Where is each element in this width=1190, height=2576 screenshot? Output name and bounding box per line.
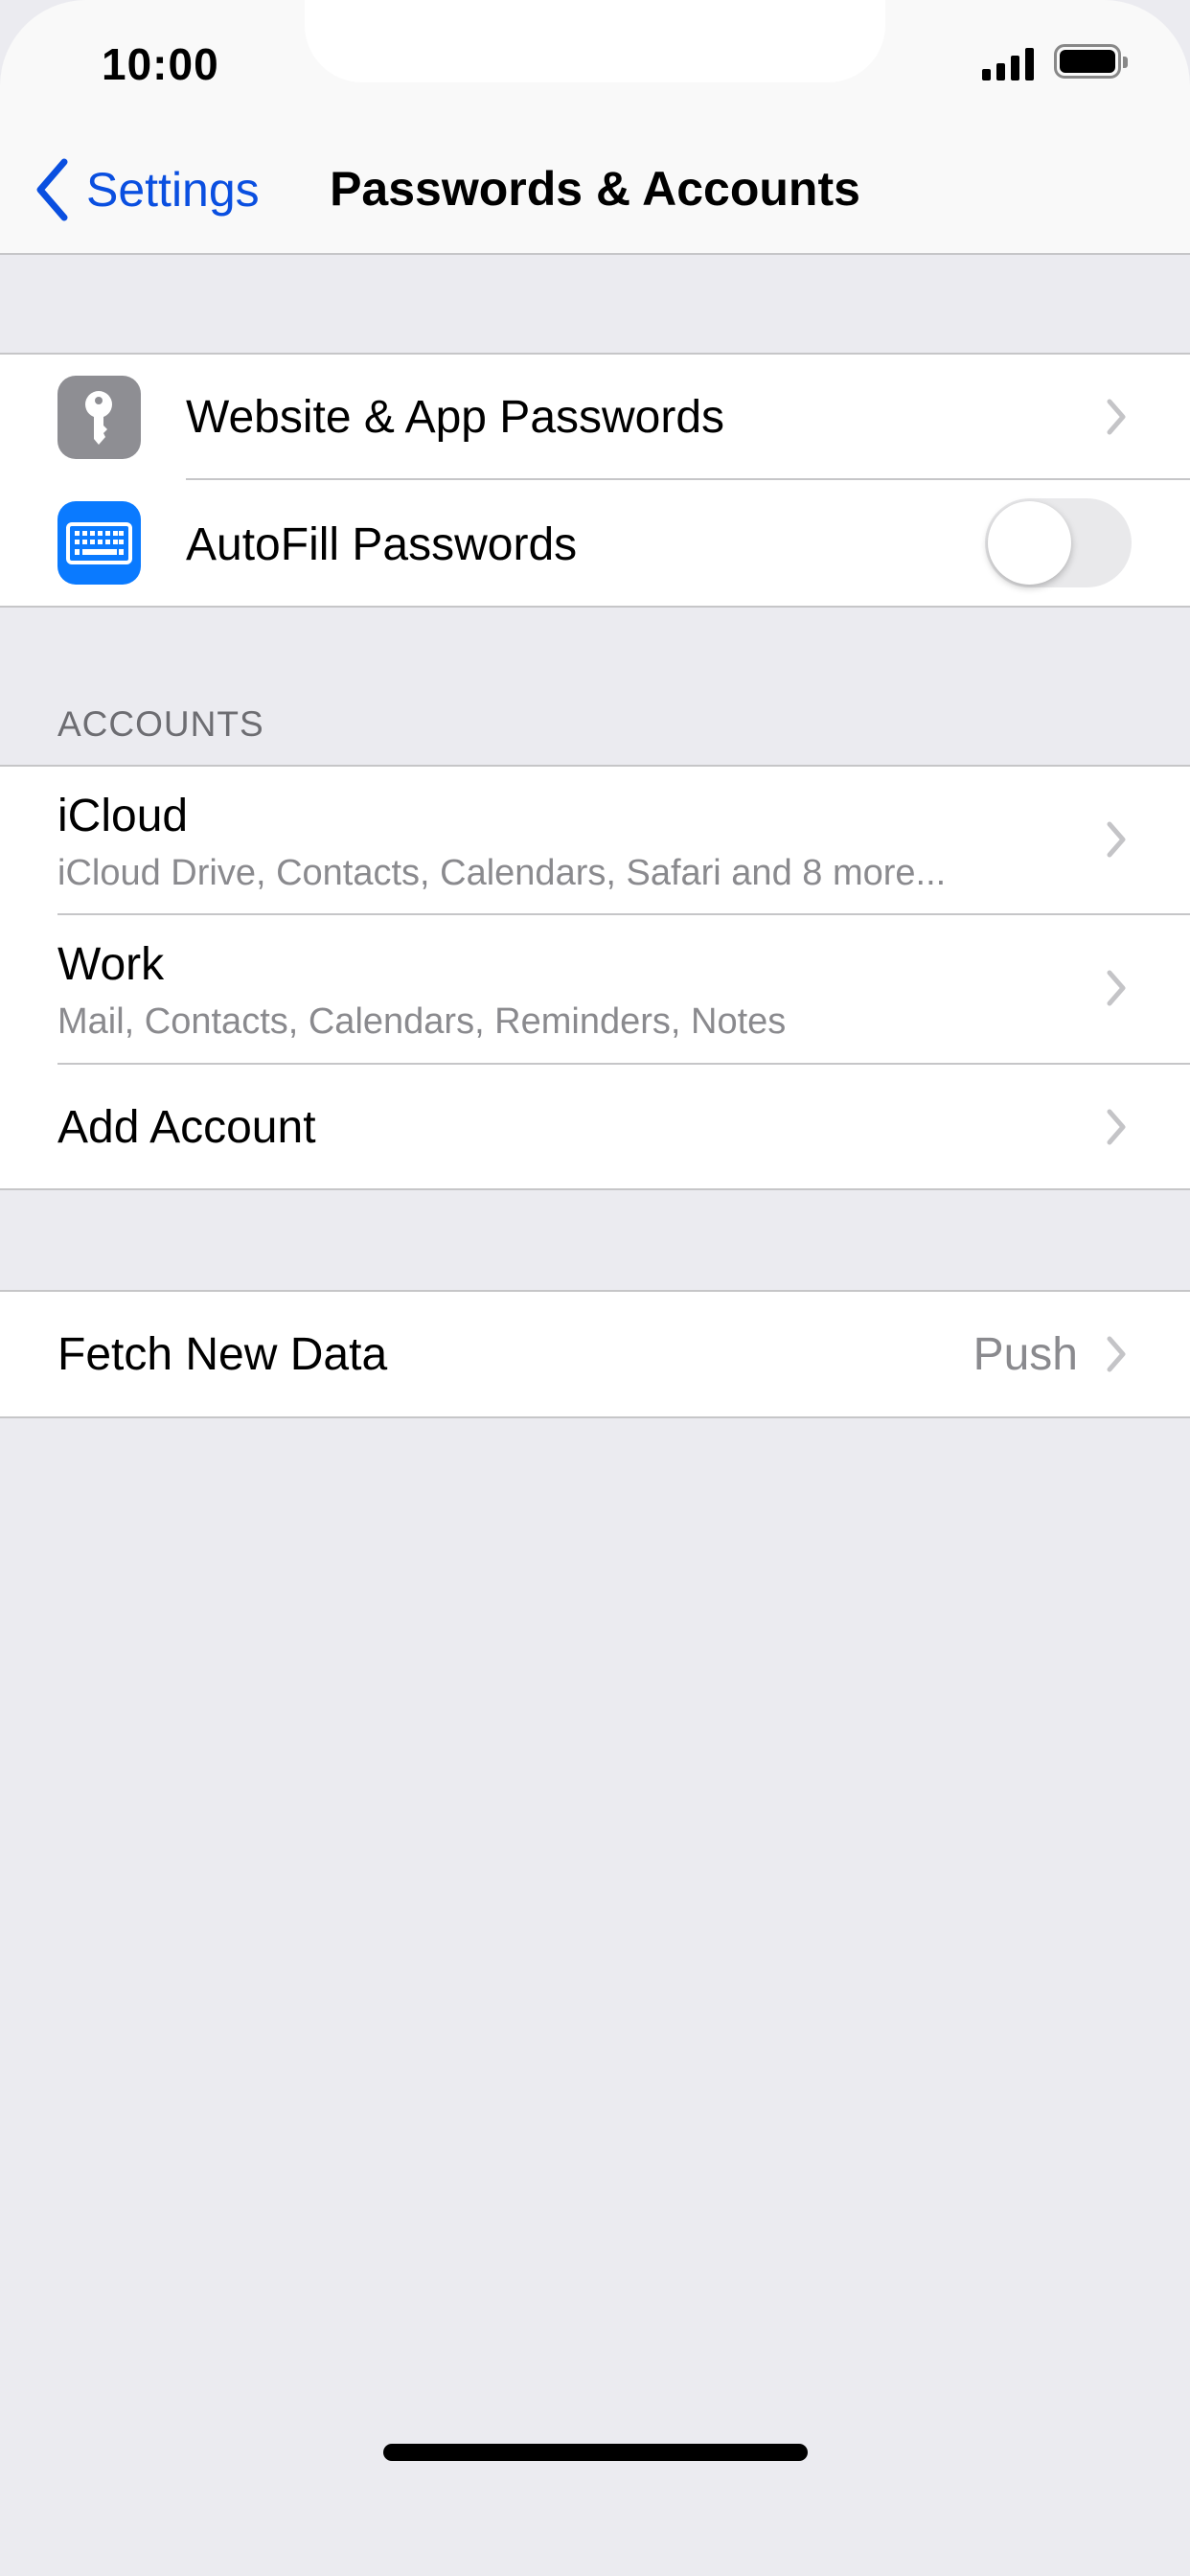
account-row-work[interactable]: Work Mail, Contacts, Calendars, Reminder…	[0, 915, 1190, 1065]
battery-icon	[1054, 44, 1128, 79]
chevron-right-icon	[1107, 821, 1126, 858]
account-subtitle: Mail, Contacts, Calendars, Reminders, No…	[57, 1001, 787, 1042]
accounts-group: iCloud iCloud Drive, Contacts, Calendars…	[0, 765, 1190, 1190]
toggle-knob	[988, 501, 1071, 585]
key-icon	[57, 376, 141, 459]
fetch-new-data-row[interactable]: Fetch New Data Push	[0, 1292, 1190, 1416]
chevron-right-icon	[1107, 1109, 1126, 1145]
account-title: Work	[57, 939, 165, 990]
chevron-right-icon	[1107, 399, 1126, 435]
chevron-right-icon	[1107, 1336, 1126, 1372]
add-account-row[interactable]: Add Account	[0, 1065, 1190, 1188]
keyboard-icon	[57, 501, 141, 585]
home-indicator[interactable]	[383, 2444, 808, 2461]
fetch-value: Push	[973, 1329, 1078, 1380]
navigation-bar: 10:00 Settings Passwords & Accounts	[0, 0, 1190, 255]
account-title: iCloud	[57, 791, 189, 841]
row-label: Website & App Passwords	[186, 392, 725, 443]
row-label: AutoFill Passwords	[186, 519, 578, 570]
fetch-label: Fetch New Data	[57, 1329, 388, 1380]
account-row-icloud[interactable]: iCloud iCloud Drive, Contacts, Calendars…	[0, 767, 1190, 915]
notch	[305, 0, 885, 82]
status-time: 10:00	[102, 39, 219, 89]
chevron-right-icon	[1107, 970, 1126, 1006]
add-account-label: Add Account	[57, 1102, 316, 1153]
fetch-group: Fetch New Data Push	[0, 1290, 1190, 1418]
website-app-passwords-row[interactable]: Website & App Passwords	[0, 355, 1190, 480]
autofill-toggle[interactable]	[985, 498, 1132, 587]
screen: 10:00 Settings Passwords & Accounts Webs…	[0, 0, 1190, 2576]
account-subtitle: iCloud Drive, Contacts, Calendars, Safar…	[57, 853, 947, 893]
page-title: Passwords & Accounts	[330, 162, 860, 216]
cellular-signal-icon	[982, 46, 1036, 80]
accounts-section-header: ACCOUNTS	[57, 704, 264, 744]
passwords-group: Website & App Passwords AutoFill Passwor…	[0, 353, 1190, 608]
autofill-passwords-row: AutoFill Passwords	[0, 480, 1190, 606]
